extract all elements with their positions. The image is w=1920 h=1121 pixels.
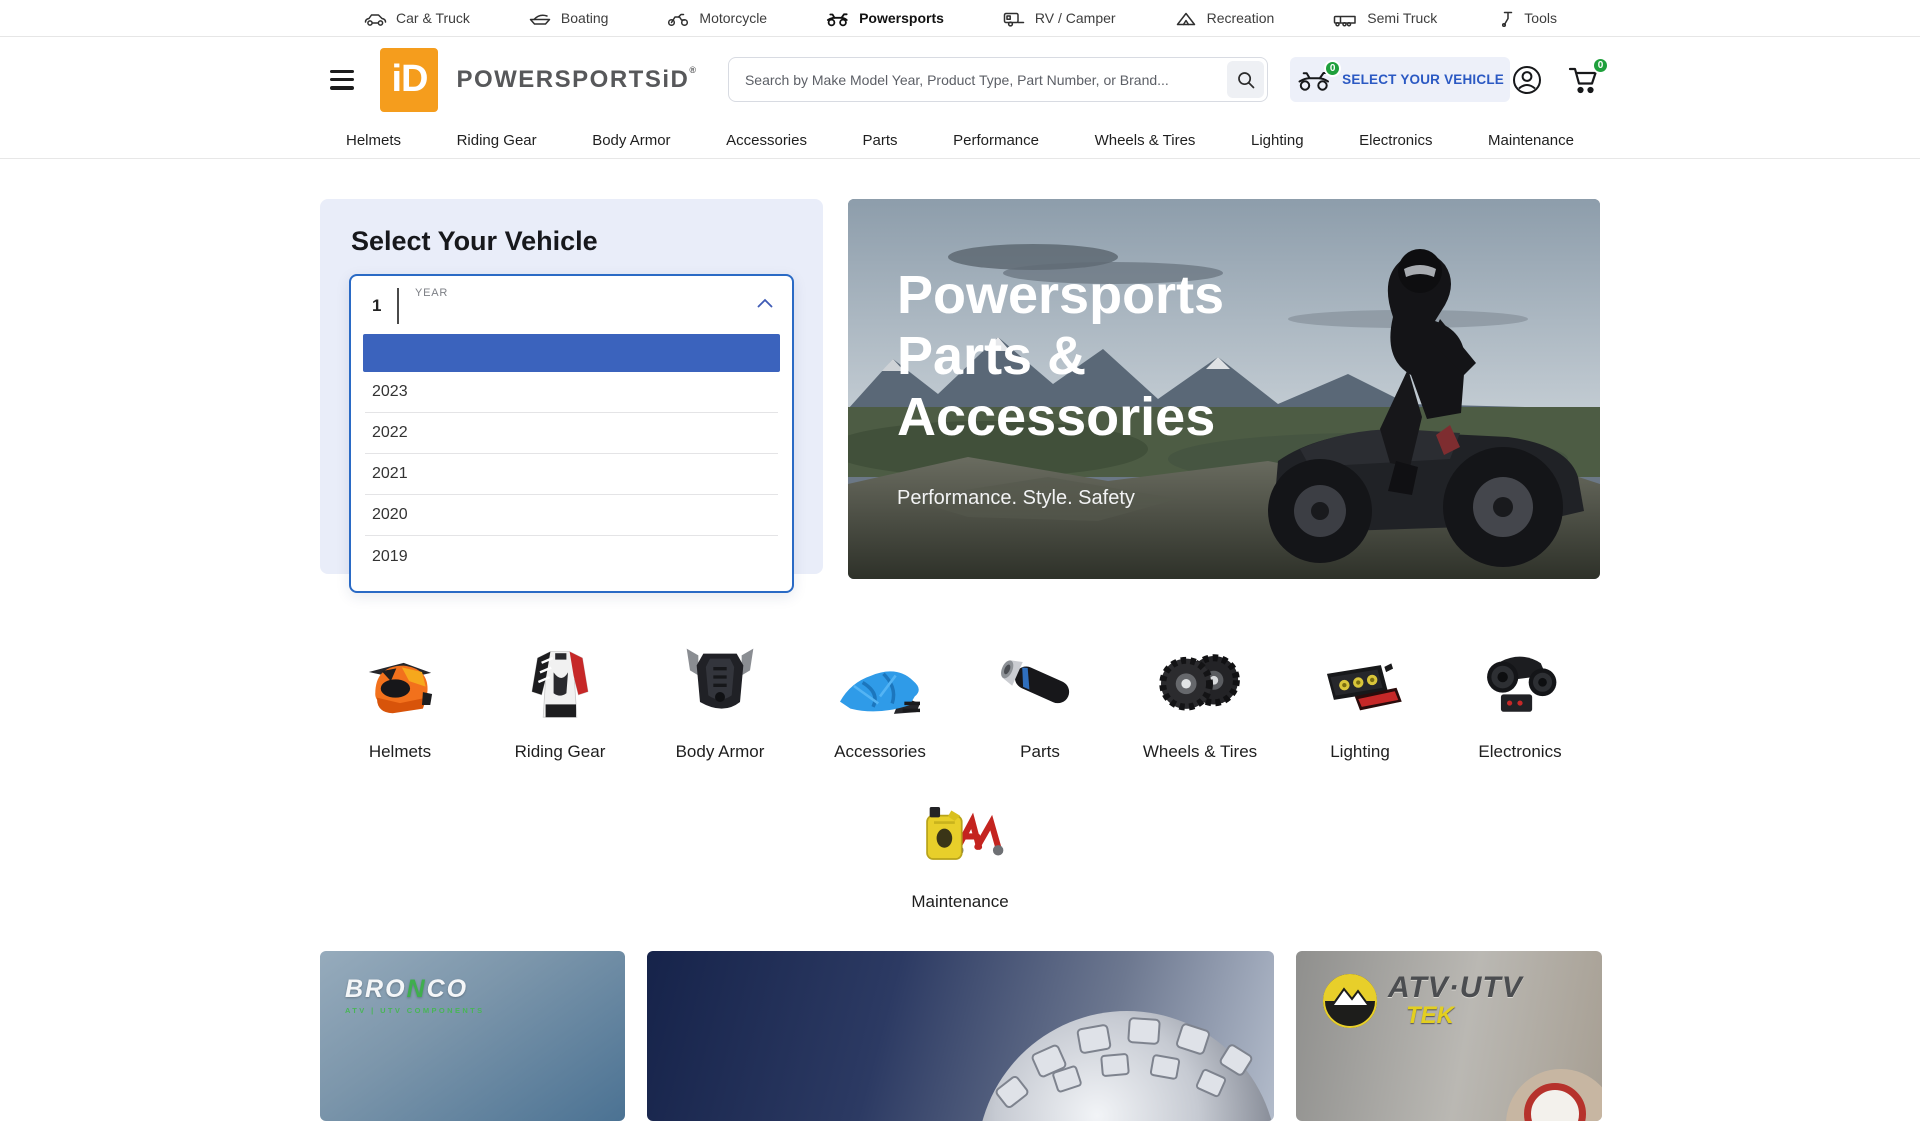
search-icon (1236, 70, 1256, 90)
atv-utv-tek-logo: ATV·UTV TEK (1322, 973, 1523, 1029)
hero-title: PowersportsParts &Accessories (897, 265, 1224, 448)
topbar-item-semi-truck[interactable]: Semi Truck (1332, 10, 1437, 27)
year-option[interactable]: 2020 (365, 495, 778, 536)
category-maintenance[interactable]: Maintenance (908, 784, 1012, 912)
nav-maintenance[interactable]: Maintenance (1488, 132, 1574, 149)
category-helmets[interactable]: Helmets (320, 634, 480, 762)
nav-helmets[interactable]: Helmets (346, 132, 401, 149)
category-electronics[interactable]: Electronics (1440, 634, 1600, 762)
semi-truck-icon (1332, 10, 1358, 27)
topbar-item-motorcycle[interactable]: Motorcycle (666, 10, 767, 27)
mountain-badge-icon (1322, 973, 1378, 1029)
topbar-item-recreation[interactable]: Recreation (1174, 10, 1275, 27)
motorcycle-icon (666, 10, 690, 27)
nav-riding-gear[interactable]: Riding Gear (457, 132, 537, 149)
year-options-list: 2023 2022 2021 2020 2019 (365, 372, 778, 577)
year-option[interactable]: 2019 (365, 536, 778, 577)
brand-logo-mark[interactable]: iD (380, 48, 438, 112)
round-emblem-image (1506, 1069, 1602, 1121)
speakers-image (1468, 634, 1572, 726)
year-dropdown: 1 YEAR 2023 2022 2021 2020 2019 (349, 274, 794, 593)
tools-icon (1495, 10, 1515, 27)
chevron-up-icon[interactable] (756, 297, 774, 309)
year-option[interactable]: 2023 (365, 372, 778, 413)
hero-subtitle: Performance. Style. Safety (897, 487, 1135, 510)
promo-banners: BRONCO ATV | UTV COMPONENTS (320, 951, 1600, 1121)
main-nav: Helmets Riding Gear Body Armor Accessori… (0, 122, 1920, 159)
site-header: iD POWERSPORTSiD® 0 SELECT YOUR VEHICLE (0, 37, 1920, 122)
tires-image (1148, 634, 1252, 726)
fuel-jug-stand-image (908, 784, 1012, 876)
vehicle-cover-image (824, 634, 936, 726)
nav-performance[interactable]: Performance (953, 132, 1039, 149)
year-option-selected[interactable] (363, 334, 780, 372)
nav-parts[interactable]: Parts (863, 132, 898, 149)
boat-icon (528, 10, 552, 27)
vehicle-selector-title: Select Your Vehicle (320, 199, 823, 257)
topbar-item-boating[interactable]: Boating (528, 10, 608, 27)
helmet-image (345, 634, 455, 726)
category-grid: Helmets Riding Gear (320, 634, 1600, 912)
cart-button[interactable]: 0 (1566, 64, 1600, 96)
bronco-tagline: ATV | UTV COMPONENTS (345, 1006, 485, 1015)
category-lighting[interactable]: Lighting (1280, 634, 1440, 762)
nav-wheels-tires[interactable]: Wheels & Tires (1095, 132, 1196, 149)
search-input[interactable] (728, 57, 1268, 102)
garage-atv-icon: 0 (1296, 67, 1332, 92)
search-bar (728, 57, 1268, 102)
tent-icon (1174, 10, 1198, 27)
banner-parts-promo[interactable] (647, 951, 1274, 1121)
step-number: 1 (372, 296, 381, 316)
topbar-item-powersports[interactable]: Powersports (825, 10, 944, 27)
car-icon (363, 10, 387, 27)
topbar-item-tools[interactable]: Tools (1495, 10, 1557, 27)
account-button[interactable] (1510, 63, 1544, 97)
exhaust-image (988, 634, 1092, 726)
nav-electronics[interactable]: Electronics (1359, 132, 1432, 149)
tail-light-image (1305, 634, 1415, 726)
chest-protector-image (670, 634, 770, 726)
nav-body-armor[interactable]: Body Armor (592, 132, 670, 149)
vehicle-type-topbar: Car & Truck Boating Motorcycle Powerspor… (0, 0, 1920, 37)
menu-button[interactable] (330, 70, 354, 90)
cart-count-badge: 0 (1592, 57, 1609, 74)
account-icon (1510, 63, 1544, 97)
topbar-item-rv-camper[interactable]: RV / Camper (1002, 10, 1116, 27)
nav-accessories[interactable]: Accessories (726, 132, 807, 149)
category-accessories[interactable]: Accessories (800, 634, 960, 762)
category-riding-gear[interactable]: Riding Gear (480, 634, 640, 762)
garage-count-badge: 0 (1324, 60, 1341, 77)
banner-bronco[interactable]: BRONCO ATV | UTV COMPONENTS (320, 951, 625, 1121)
topbar-item-car-truck[interactable]: Car & Truck (363, 10, 470, 27)
rv-icon (1002, 10, 1026, 27)
bronco-logo: BRONCO ATV | UTV COMPONENTS (345, 975, 485, 1015)
select-your-vehicle-button[interactable]: 0 SELECT YOUR VEHICLE (1290, 57, 1510, 102)
search-button[interactable] (1227, 61, 1264, 98)
category-wheels-tires[interactable]: Wheels & Tires (1120, 634, 1280, 762)
field-divider (397, 288, 399, 324)
category-parts[interactable]: Parts (960, 634, 1120, 762)
brand-name[interactable]: POWERSPORTSiD® (456, 65, 696, 94)
jersey-image (512, 634, 608, 726)
chrome-tire-image (647, 951, 1274, 1121)
year-field-label: YEAR (415, 287, 448, 299)
vehicle-selector-panel: Select Your Vehicle 1 YEAR 2023 2022 202… (320, 199, 823, 574)
hero-banner: PowersportsParts &Accessories Performanc… (848, 199, 1600, 579)
year-option[interactable]: 2022 (365, 413, 778, 454)
year-option[interactable]: 2021 (365, 454, 778, 495)
brand-logo-text: iD (391, 58, 427, 101)
registered-mark: ® (689, 65, 696, 75)
category-body-armor[interactable]: Body Armor (640, 634, 800, 762)
atv-icon (825, 10, 850, 27)
year-dropdown-field[interactable]: 1 YEAR (351, 276, 792, 334)
nav-lighting[interactable]: Lighting (1251, 132, 1304, 149)
banner-atv-utv-tek[interactable]: ATV·UTV TEK (1296, 951, 1602, 1121)
